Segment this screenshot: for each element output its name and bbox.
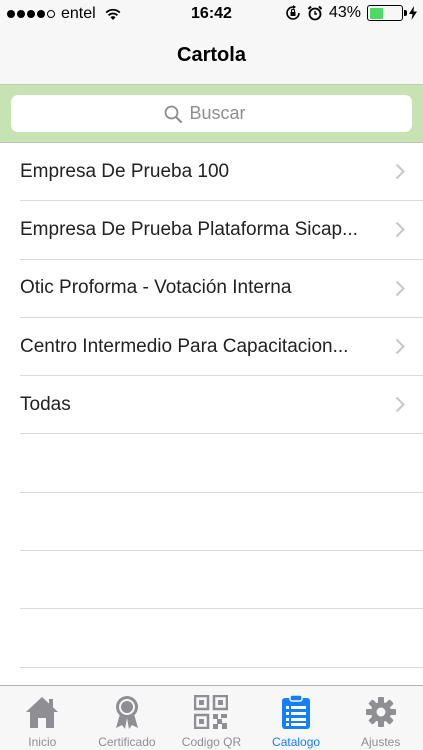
tab-label: Certificado bbox=[98, 735, 156, 749]
tab-label: Catalogo bbox=[272, 735, 321, 749]
battery-percent: 43% bbox=[328, 4, 361, 21]
home-icon bbox=[26, 697, 59, 728]
tab-bar: Inicio Certificado Codigo QR Catalogo Aj… bbox=[0, 685, 423, 750]
search-input[interactable] bbox=[189, 103, 260, 124]
chevron-right-icon bbox=[395, 222, 405, 238]
list-item-label: Empresa De Prueba 100 bbox=[20, 160, 230, 182]
list-item[interactable]: Centro Intermedio Para Capacitacion... bbox=[20, 318, 423, 377]
chevron-right-icon bbox=[395, 163, 405, 180]
rotation-lock-icon bbox=[286, 5, 300, 20]
list-item[interactable]: Empresa De Prueba 100 bbox=[20, 143, 423, 202]
tab-catalogo[interactable]: Catalogo bbox=[254, 686, 339, 750]
alarm-clock-icon bbox=[307, 5, 323, 21]
list-item-label: Centro Intermedio Para Capacitacion... bbox=[20, 335, 349, 357]
list-item[interactable]: Todas bbox=[20, 376, 423, 435]
list-item-label: Otic Proforma - Votación Interna bbox=[20, 277, 292, 299]
tab-inicio[interactable]: Inicio bbox=[0, 686, 85, 750]
chevron-right-icon bbox=[395, 396, 405, 413]
page-title: Cartola bbox=[177, 44, 246, 66]
status-bar: entel 16:42 43% bbox=[0, 0, 423, 28]
charging-bolt-icon bbox=[409, 6, 417, 20]
tab-label: Codigo QR bbox=[181, 735, 242, 749]
empty-row bbox=[20, 609, 423, 668]
clipboard-list-icon bbox=[282, 694, 311, 729]
tab-codigo-qr[interactable]: Codigo QR bbox=[169, 686, 254, 750]
award-ribbon-icon bbox=[115, 696, 138, 729]
chevron-right-icon bbox=[395, 280, 405, 296]
empty-row bbox=[20, 551, 423, 610]
search-field[interactable] bbox=[11, 95, 412, 132]
list-item[interactable]: Otic Proforma - Votación Interna bbox=[20, 260, 423, 318]
list-item-label: Empresa De Prueba Plataforma Sicap... bbox=[20, 218, 358, 240]
search-icon bbox=[164, 105, 182, 123]
empty-row bbox=[20, 493, 423, 552]
tab-label: Inicio bbox=[28, 735, 57, 749]
tab-certificado[interactable]: Certificado bbox=[85, 686, 170, 750]
qr-code-icon bbox=[194, 695, 229, 729]
list-item-label: Todas bbox=[20, 393, 71, 415]
search-bar bbox=[0, 84, 423, 143]
list-item[interactable]: Empresa De Prueba Plataforma Sicap... bbox=[20, 201, 423, 260]
chevron-right-icon bbox=[395, 338, 405, 355]
empty-row bbox=[20, 434, 423, 493]
status-right: 43% bbox=[285, 4, 417, 22]
navigation-bar: Cartola bbox=[0, 28, 423, 84]
battery-icon bbox=[367, 5, 407, 21]
tab-label: Ajustes bbox=[360, 735, 401, 749]
gear-icon bbox=[365, 697, 396, 727]
company-list: Empresa De Prueba 100 Empresa De Prueba … bbox=[0, 143, 423, 685]
tab-ajustes[interactable]: Ajustes bbox=[338, 686, 423, 750]
